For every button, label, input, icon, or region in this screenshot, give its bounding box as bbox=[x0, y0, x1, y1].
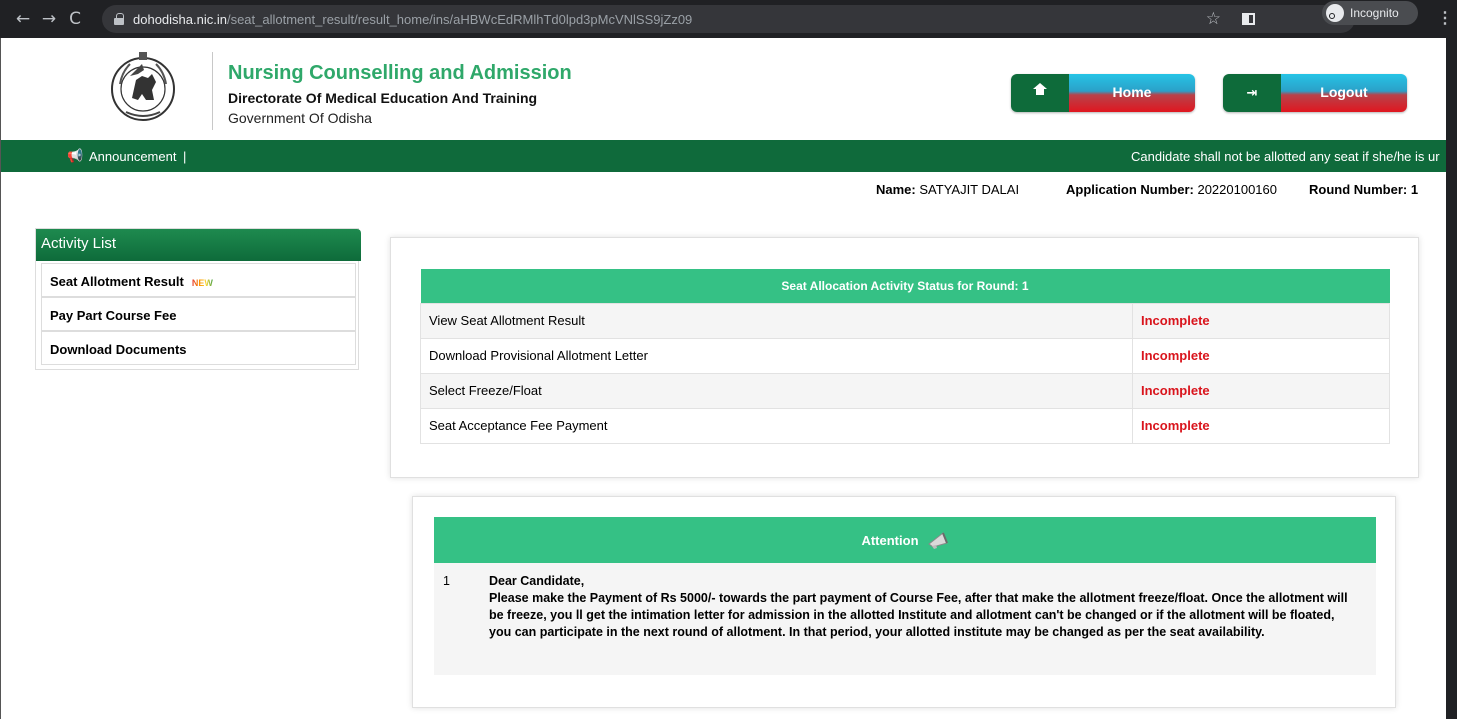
site-title: Nursing Counselling and Admission bbox=[228, 62, 572, 84]
url-text: dohodisha.nic.in/seat_allotment_result/r… bbox=[133, 12, 692, 27]
activity-cell: Download Provisional Allotment Letter bbox=[420, 337, 1133, 374]
round-label: Round Number: bbox=[1309, 182, 1408, 197]
status-cell: Incomplete bbox=[1132, 337, 1390, 374]
table-row: Seat Acceptance Fee Payment Incomplete bbox=[420, 407, 1390, 444]
table-row: Select Freeze/Float Incomplete bbox=[420, 372, 1390, 409]
attention-body: 1 Dear Candidate, Please make the Paymen… bbox=[434, 563, 1376, 675]
reload-icon[interactable]: C bbox=[62, 9, 88, 29]
url-host: dohodisha.nic.in bbox=[133, 11, 227, 27]
sidebar-item-label: Seat Allotment Result bbox=[50, 274, 184, 289]
sign-in-arrow-icon: ⇥ bbox=[1246, 85, 1258, 101]
home-icon-box bbox=[1011, 74, 1069, 112]
window-edge bbox=[1446, 38, 1457, 719]
announcement-label[interactable]: Announcement bbox=[89, 149, 176, 164]
table-row: Download Provisional Allotment Letter In… bbox=[420, 337, 1390, 374]
activity-status-table: Seat Allocation Activity Status for Roun… bbox=[420, 269, 1390, 444]
application-value: 20220100160 bbox=[1197, 182, 1277, 197]
side-panel-icon[interactable] bbox=[1242, 13, 1255, 25]
logout-icon-box: ⇥ bbox=[1223, 74, 1281, 112]
lock-icon[interactable] bbox=[114, 13, 124, 25]
sidebar-item-pay-part-course-fee[interactable]: Pay Part Course Fee bbox=[41, 297, 356, 331]
sidebar-heading: Activity List bbox=[36, 229, 361, 261]
window-left-edge bbox=[0, 38, 1, 719]
application-label: Application Number: bbox=[1066, 182, 1194, 197]
odisha-emblem-logo bbox=[111, 52, 175, 121]
home-icon bbox=[1033, 82, 1047, 99]
incognito-badge[interactable]: Incognito bbox=[1322, 1, 1418, 25]
name-value: SATYAJIT DALAI bbox=[919, 182, 1020, 197]
candidate-application-number: Application Number: 20220100160 bbox=[1066, 182, 1277, 197]
site-subtitle-government: Government Of Odisha bbox=[228, 110, 372, 126]
url-path: /seat_allotment_result/result_home/ins/a… bbox=[226, 11, 693, 27]
browser-menu-icon[interactable]: ⋮ bbox=[1437, 8, 1453, 28]
attention-message-text: Please make the Payment of Rs 5000/- tow… bbox=[489, 591, 1348, 639]
sidebar-item-download-documents[interactable]: Download Documents bbox=[41, 331, 356, 365]
attention-message: Dear Candidate, Please make the Payment … bbox=[489, 573, 1354, 641]
browser-toolbar: ← → C dohodisha.nic.in/seat_allotment_re… bbox=[0, 0, 1457, 38]
incognito-icon bbox=[1326, 4, 1344, 22]
attention-greeting: Dear Candidate, bbox=[489, 574, 585, 588]
candidate-round-number: Round Number: 1 bbox=[1309, 182, 1418, 197]
announcement-marquee[interactable]: Candidate shall not be allotted any seat… bbox=[1131, 149, 1446, 164]
attention-item-number: 1 bbox=[443, 574, 450, 588]
bookmark-star-icon[interactable]: ☆ bbox=[1206, 9, 1221, 29]
status-cell: Incomplete bbox=[1132, 407, 1390, 444]
status-cell: Incomplete bbox=[1132, 372, 1390, 409]
attention-heading-text: Attention bbox=[861, 532, 919, 548]
activity-cell: Select Freeze/Float bbox=[420, 372, 1133, 409]
candidate-name: Name: SATYAJIT DALAI bbox=[876, 182, 1019, 197]
table-heading: Seat Allocation Activity Status for Roun… bbox=[420, 269, 1390, 303]
logout-label: Logout bbox=[1281, 74, 1407, 112]
activity-cell: Seat Acceptance Fee Payment bbox=[420, 407, 1133, 444]
site-subtitle: Directorate Of Medical Education And Tra… bbox=[228, 90, 538, 106]
attention-heading: Attention bbox=[434, 517, 1376, 563]
header-divider bbox=[212, 52, 213, 130]
incognito-label: Incognito bbox=[1350, 6, 1399, 20]
sidebar-item-seat-allotment-result[interactable]: Seat Allotment Result NEW bbox=[41, 263, 356, 297]
forward-arrow-icon[interactable]: → bbox=[36, 9, 62, 29]
activity-sidebar: Activity List Seat Allotment Result NEW P… bbox=[35, 228, 361, 370]
address-bar[interactable]: dohodisha.nic.in/seat_allotment_result/r… bbox=[102, 5, 1355, 33]
activity-cell: View Seat Allotment Result bbox=[420, 302, 1133, 339]
table-header-row: Seat Allocation Activity Status for Roun… bbox=[420, 269, 1390, 303]
logout-button[interactable]: ⇥ Logout bbox=[1223, 74, 1407, 112]
table-row: View Seat Allotment Result Incomplete bbox=[420, 302, 1390, 339]
sidebar-item-label: Download Documents bbox=[50, 342, 187, 357]
announcement-bar: 📢 Announcement | Candidate shall not be … bbox=[0, 140, 1446, 172]
sidebar-item-label: Pay Part Course Fee bbox=[50, 308, 177, 323]
name-label: Name: bbox=[876, 182, 916, 197]
announcement-separator: | bbox=[183, 149, 187, 164]
status-cell: Incomplete bbox=[1132, 302, 1390, 339]
back-arrow-icon[interactable]: ← bbox=[10, 9, 36, 29]
round-value: 1 bbox=[1410, 182, 1419, 197]
megaphone-icon bbox=[927, 532, 948, 549]
new-badge: NEW bbox=[191, 278, 213, 288]
megaphone-icon: 📢 bbox=[67, 149, 84, 164]
home-button[interactable]: Home bbox=[1011, 74, 1195, 112]
home-label: Home bbox=[1069, 74, 1195, 112]
